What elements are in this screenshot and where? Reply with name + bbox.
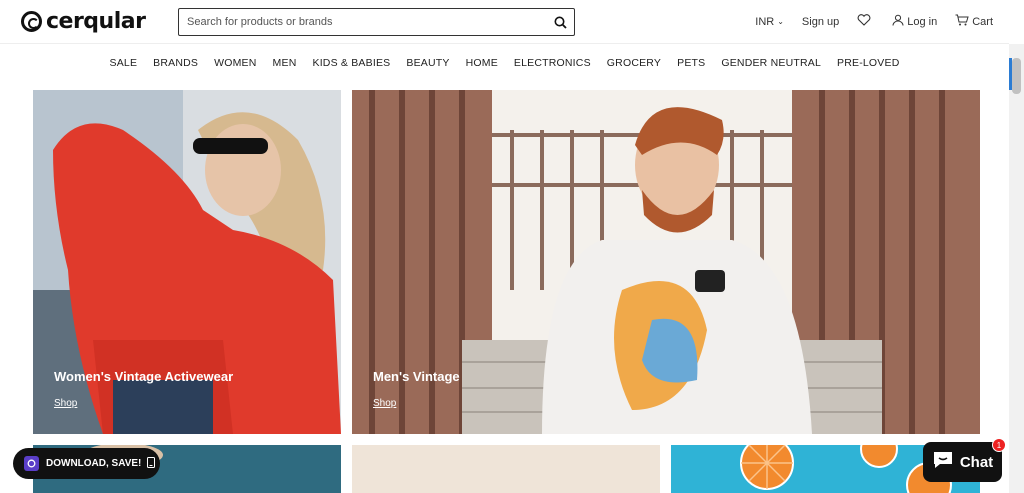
- currency-selector[interactable]: INR ⌄: [755, 16, 784, 28]
- category-nav: SALE BRANDS WOMEN MEN KIDS & BABIES BEAU…: [0, 57, 1009, 69]
- signup-link[interactable]: Sign up: [802, 16, 839, 28]
- download-label: DOWNLOAD, SAVE!: [46, 458, 142, 469]
- men-vintage-tile[interactable]: Men's Vintage Shop: [352, 90, 980, 434]
- nav-item-grocery[interactable]: GROCERY: [607, 57, 661, 69]
- nav-item-beauty[interactable]: BEAUTY: [406, 57, 449, 69]
- men-tile-title: Men's Vintage: [373, 369, 460, 384]
- nav-item-gender-neutral[interactable]: GENDER NEUTRAL: [721, 57, 821, 69]
- chat-notification-badge: 1: [992, 438, 1006, 452]
- category-tile-image: [352, 445, 660, 493]
- cart-icon: [955, 14, 972, 29]
- site-header: cerqular INR ⌄ Sign up Log in: [0, 0, 1009, 44]
- nav-item-electronics[interactable]: ELECTRONICS: [514, 57, 591, 69]
- search-icon[interactable]: [546, 9, 574, 35]
- chevron-down-icon: ⌄: [777, 17, 784, 26]
- header-actions: INR ⌄ Sign up Log in Cart: [737, 14, 993, 29]
- cart-link[interactable]: Cart: [955, 14, 993, 29]
- nav-item-kids-babies[interactable]: KIDS & BABIES: [312, 57, 390, 69]
- category-tile[interactable]: [352, 445, 660, 493]
- logo-icon: [21, 11, 42, 32]
- cart-label: Cart: [972, 15, 993, 28]
- login-label: Log in: [907, 15, 938, 28]
- women-activewear-tile[interactable]: Women's Vintage Activewear Shop: [33, 90, 341, 434]
- chat-label: Chat: [959, 453, 994, 471]
- logo-text: cerqular: [46, 9, 146, 34]
- women-tile-shop-link[interactable]: Shop: [54, 398, 77, 409]
- download-app-button[interactable]: DOWNLOAD, SAVE!: [13, 448, 160, 479]
- nav-item-home[interactable]: HOME: [466, 57, 498, 69]
- wishlist-button[interactable]: [857, 14, 874, 29]
- logo[interactable]: cerqular: [21, 9, 146, 34]
- nav-item-pets[interactable]: PETS: [677, 57, 705, 69]
- scrollbar-thumb[interactable]: [1012, 58, 1021, 94]
- nav-item-pre-loved[interactable]: PRE-LOVED: [837, 57, 899, 69]
- nav-item-women[interactable]: WOMEN: [214, 57, 256, 69]
- nav-item-brands[interactable]: BRANDS: [153, 57, 198, 69]
- app-logo-icon: [24, 456, 39, 471]
- search-input[interactable]: [179, 16, 546, 28]
- currency-label: INR: [755, 15, 775, 28]
- chat-button[interactable]: Chat: [923, 442, 1002, 482]
- page-scrollbar[interactable]: [1009, 44, 1024, 493]
- search-bar: [178, 8, 575, 36]
- nav-item-men[interactable]: MEN: [273, 57, 297, 69]
- chat-bubble-icon: [932, 450, 960, 474]
- scroll-indicator: [1009, 58, 1012, 90]
- signup-label: Sign up: [801, 15, 840, 28]
- nav-item-sale[interactable]: SALE: [110, 57, 138, 69]
- men-tile-shop-link[interactable]: Shop: [373, 398, 396, 409]
- heart-icon: [857, 14, 874, 29]
- login-link[interactable]: Log in: [892, 14, 937, 29]
- user-icon: [892, 14, 907, 29]
- phone-icon: [147, 456, 156, 471]
- women-tile-title: Women's Vintage Activewear: [54, 369, 234, 384]
